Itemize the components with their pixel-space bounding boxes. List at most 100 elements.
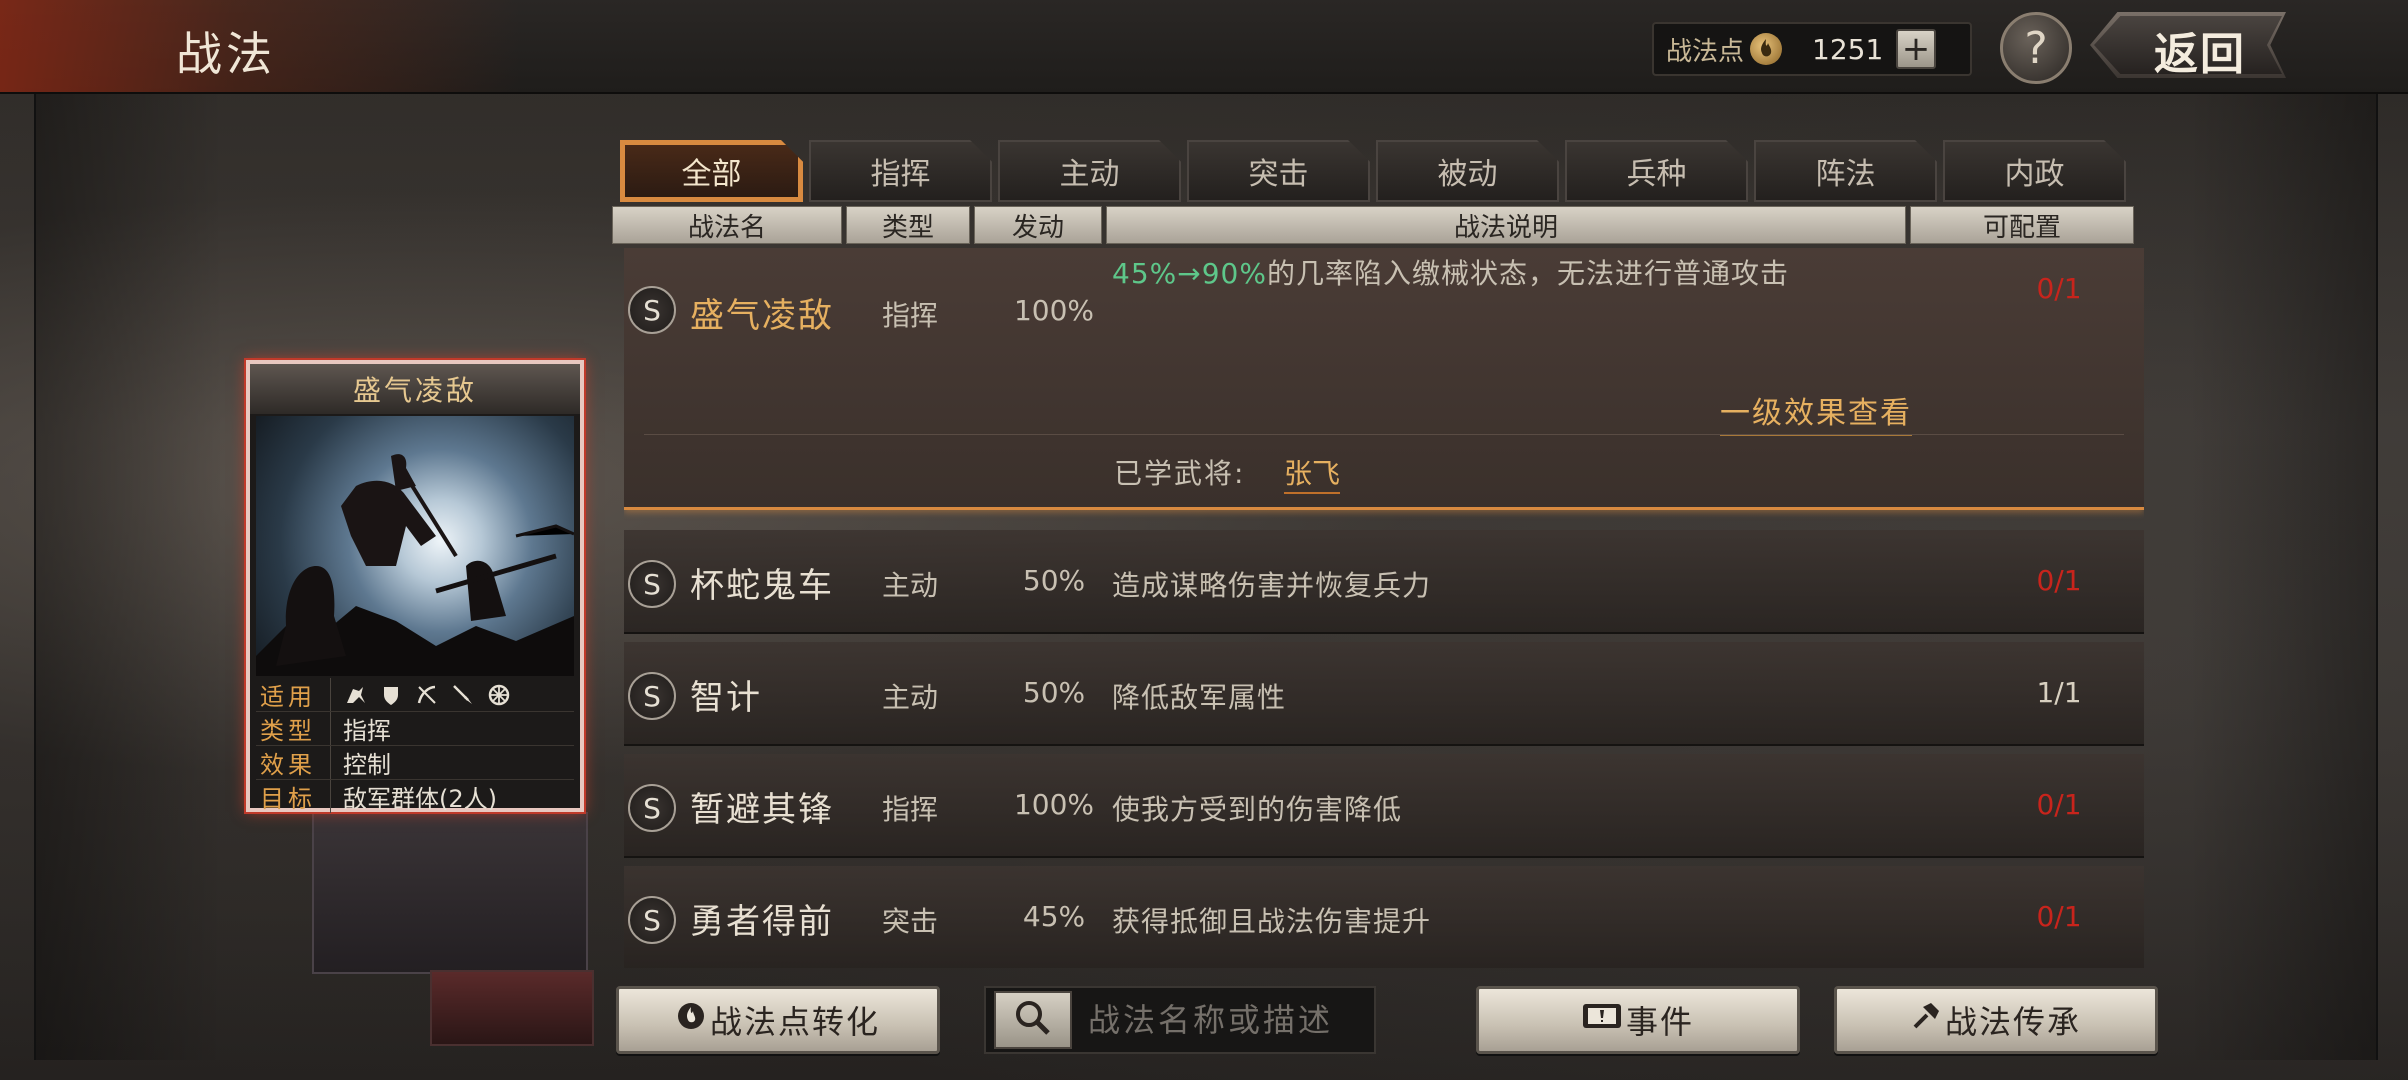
tactic-inherit-label: 战法传承 [1944,1003,2081,1041]
troop-icons [330,678,511,711]
column-header-config[interactable]: 可配置 [1910,206,2134,244]
type-value: 指挥 [330,712,391,745]
tactic-row[interactable]: S 暂避其锋 指挥 100% 使我方受到的伤害降低 0/1 [624,754,2144,858]
search-button[interactable] [994,991,1072,1049]
flame-coin-icon [1750,33,1783,65]
tactic-type: 突击 [882,905,939,938]
tactic-row[interactable]: S 杯蛇鬼车 主动 50% 造成谋略伤害并恢复兵力 0/1 [624,530,2144,634]
bow-icon [415,683,439,707]
tactic-row-expanded[interactable]: S 盛气凌敌 指挥 100% 45%→90%的几率陷入缴械状态，无法进行普通攻击… [624,248,2144,510]
search-icon [1013,998,1053,1042]
tactic-card: 盛气凌敌 适用 类型 指挥 效果 控制 目标 敌军群体(2人) [246,360,584,813]
tactic-list[interactable]: S 盛气凌敌 指挥 100% 45%→90%的几率陷入缴械状态，无法进行普通攻击… [624,248,2144,968]
card-applies-row: 适用 [256,678,574,712]
top-bar: 战法 战法点 1251 + ? 返回 [0,0,2408,94]
tactic-desc: 获得抵御且战法伤害提升 [1112,905,1432,938]
type-key: 类型 [260,717,316,745]
stacked-card-back [312,812,588,974]
flame-icon [676,1001,706,1039]
chariot-icon [487,683,511,707]
tactic-row[interactable]: S 智计 主动 50% 降低敌军属性 1/1 [624,642,2144,746]
tactic-desc: 造成谋略伤害并恢复兵力 [1112,569,1432,602]
tactic-name: 智计 [690,678,762,718]
tactic-config: 0/1 [2036,272,2082,305]
tactic-points-box: 战法点 1251 + [1652,22,1972,76]
category-tabs: 全部 指挥 主动 突击 被动 兵种 阵法 内政 [620,140,2126,204]
effect-value: 控制 [330,746,391,779]
tactic-type: 指挥 [882,793,939,826]
tactic-rate: 100% [1013,788,1095,821]
tactic-rate: 45% [1022,900,1086,933]
tactic-config: 0/1 [2036,900,2082,933]
convert-points-label: 战法点转化 [709,1003,880,1041]
tactic-name: 杯蛇鬼车 [690,566,834,606]
hammer-icon [1911,1001,1941,1039]
tactic-type: 主动 [882,681,939,714]
tactic-config: 0/1 [2036,564,2082,597]
tactic-points-value: 1251 [1812,32,1884,66]
learned-generals-label: 已学武将: [1114,457,1246,490]
card-target-row: 目标 敌军群体(2人) [256,780,574,813]
page-title: 战法 [176,27,276,81]
column-header-desc: 战法说明 [1106,206,1906,244]
event-icon [1582,1002,1622,1038]
tactic-points-label: 战法点 [1666,36,1745,67]
column-headers: 战法名 类型 发动 战法说明 可配置 [612,206,2134,246]
add-points-button[interactable]: + [1896,29,1937,69]
card-info: 适用 类型 指挥 效果 控制 目标 敌军群体(2人) [256,678,574,813]
back-button[interactable]: 返回 [2090,12,2286,80]
card-title: 盛气凌敌 [250,364,580,414]
grade-badge: S [628,286,676,334]
row-divider [644,434,2124,435]
tab-formation[interactable]: 阵法 [1754,140,1937,202]
desc-text: 的几率陷入缴械状态，无法进行普通攻击 [1266,257,1789,290]
card-effect-row: 效果 控制 [256,746,574,780]
target-value: 敌军群体(2人) [330,780,497,813]
event-button[interactable]: 事件 [1476,986,1800,1054]
tactic-name: 盛气凌敌 [690,296,834,336]
help-button[interactable]: ? [2000,12,2072,84]
event-label: 事件 [1625,1003,1694,1041]
card-artwork [256,416,574,676]
tab-all[interactable]: 全部 [620,140,803,202]
tactic-name: 暂避其锋 [690,790,834,830]
learned-general-link[interactable]: 张飞 [1284,452,1341,494]
grade-badge: S [628,560,676,608]
tab-passive[interactable]: 被动 [1376,140,1559,202]
tactic-rate: 50% [1022,564,1086,597]
tab-troop[interactable]: 兵种 [1565,140,1748,202]
shield-icon [379,683,403,707]
level-one-effect-link[interactable]: 一级效果查看 [1720,388,1912,436]
tactic-desc: 45%→90%的几率陷入缴械状态，无法进行普通攻击 [1112,252,1789,292]
spear-icon [451,683,475,707]
tactic-name: 勇者得前 [690,902,834,942]
cavalry-icon [343,683,367,707]
tactic-type: 指挥 [882,299,939,332]
column-header-name[interactable]: 战法名 [612,206,842,244]
search-input[interactable] [1086,1000,1370,1040]
tactic-config: 0/1 [2036,788,2082,821]
grade-badge: S [628,672,676,720]
tactic-type: 主动 [882,569,939,602]
tactic-row[interactable]: S 勇者得前 突击 45% 获得抵御且战法伤害提升 0/1 [624,866,2144,968]
convert-points-button[interactable]: 战法点转化 [616,986,940,1054]
tab-command[interactable]: 指挥 [809,140,992,202]
tab-assault[interactable]: 突击 [1187,140,1370,202]
grade-badge: S [628,784,676,832]
grade-badge: S [628,896,676,944]
tactic-rate: 50% [1022,676,1086,709]
column-header-rate[interactable]: 发动 [974,206,1102,244]
target-key: 目标 [260,785,316,813]
search-box [984,986,1376,1054]
desc-highlight: 45%→90% [1112,257,1267,290]
effect-key: 效果 [260,751,316,779]
tactic-desc: 使我方受到的伤害降低 [1112,793,1403,826]
tab-internal[interactable]: 内政 [1943,140,2126,202]
tactic-config: 1/1 [2036,676,2082,709]
tactic-inherit-button[interactable]: 战法传承 [1834,986,2158,1054]
tab-active[interactable]: 主动 [998,140,1181,202]
tactic-rate: 100% [1013,294,1095,327]
column-header-type[interactable]: 类型 [846,206,970,244]
card-type-row: 类型 指挥 [256,712,574,746]
applies-key: 适用 [260,683,316,711]
